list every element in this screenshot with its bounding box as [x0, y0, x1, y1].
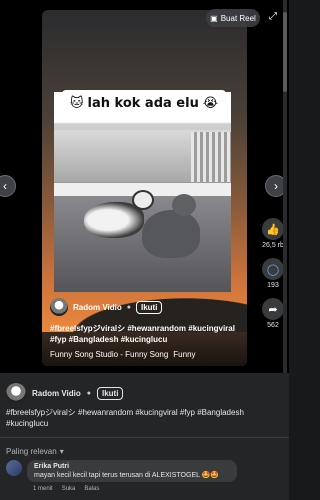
- expand-icon[interactable]: ⤢: [266, 10, 280, 24]
- comment-bubble: Erika Putri mayan kecil kecil tapi terus…: [27, 460, 237, 482]
- video-caption: 🐱 lah kok ada elu 😭: [62, 90, 226, 116]
- cat-grey: [142, 194, 200, 258]
- info-follow-button[interactable]: Ikuti: [96, 386, 124, 400]
- overlay-hashtags-line2: #fyp #Bangladesh #kucinglucu: [50, 335, 168, 344]
- commenter-avatar[interactable]: [6, 460, 22, 476]
- reel-icon: ▣: [210, 13, 218, 23]
- scrollbar[interactable]: [283, 0, 287, 373]
- author-avatar[interactable]: [50, 298, 68, 316]
- reel-viewer: 🐱 lah kok ada elu 😭 ▣ Buat Reel ⤢ ‹ › 👍 …: [0, 0, 289, 373]
- music-title-scroll: Funny: [173, 350, 196, 359]
- globe-icon: ●: [126, 303, 131, 311]
- overlay-author: Radom Vidio ● Ikuti: [50, 298, 163, 316]
- chevron-down-icon: ▾: [59, 447, 64, 456]
- comment-time: 1 menit: [33, 486, 53, 492]
- author-name[interactable]: Radom Vidio: [73, 303, 122, 312]
- create-reel-button[interactable]: ▣ Buat Reel: [206, 9, 260, 27]
- share-count: 562: [267, 322, 279, 329]
- reel-info-panel: Radom Vidio ● Ikuti #fbreelsfypジviralシ #…: [0, 373, 289, 500]
- create-reel-label: Buat Reel: [220, 13, 256, 23]
- comments-sort-dropdown[interactable]: Paling relevan ▾: [6, 447, 64, 456]
- video-inner-frame: [54, 92, 231, 292]
- previous-reel-button[interactable]: ‹: [0, 175, 16, 197]
- like-count: 26,5 rb: [262, 242, 284, 249]
- music-info[interactable]: Funny Song Studio - Funny Song Funny: [50, 350, 196, 359]
- comment-text: mayan kecil kecil tapi terus terusan di …: [34, 472, 220, 479]
- caption-text: lah kok ada elu: [87, 95, 199, 111]
- info-author-name[interactable]: Radom Vidio: [32, 389, 81, 398]
- divider: [0, 437, 289, 438]
- music-title: Funny Song Studio - Funny Song: [50, 350, 169, 359]
- commenter-name[interactable]: Erika Putri: [34, 463, 230, 470]
- cat-white-grey: [84, 190, 154, 238]
- overlay-hashtags-line1: #fbreelsfypジviralシ #hewanrandom #kucingv…: [50, 324, 235, 333]
- comment-icon[interactable]: ◯: [262, 258, 284, 280]
- info-globe-icon: ●: [86, 389, 91, 397]
- comment-like-button[interactable]: Suka: [62, 486, 76, 492]
- comment-count: 193: [267, 282, 279, 289]
- share-icon[interactable]: ➦: [262, 298, 284, 320]
- thumbs-up-icon[interactable]: 👍: [262, 218, 284, 240]
- info-hashtags[interactable]: #fbreelsfypジviralシ #hewanrandom #kucingv…: [6, 407, 282, 429]
- cat-emoji: 🐱: [69, 95, 84, 111]
- frame-fence: [191, 132, 231, 182]
- comment-reply-button[interactable]: Balas: [84, 486, 99, 492]
- comment-item: Erika Putri mayan kecil kecil tapi terus…: [6, 460, 237, 482]
- follow-button[interactable]: Ikuti: [135, 300, 163, 314]
- comments-sort-label: Paling relevan: [6, 447, 57, 456]
- crying-emoji: 😭: [202, 95, 219, 111]
- info-author-avatar[interactable]: [6, 383, 26, 403]
- comment-meta: 1 menit Suka Balas: [33, 486, 99, 492]
- info-author: Radom Vidio ● Ikuti: [6, 383, 124, 403]
- overlay-hashtags[interactable]: #fbreelsfypジviralシ #hewanrandom #kucingv…: [50, 323, 242, 345]
